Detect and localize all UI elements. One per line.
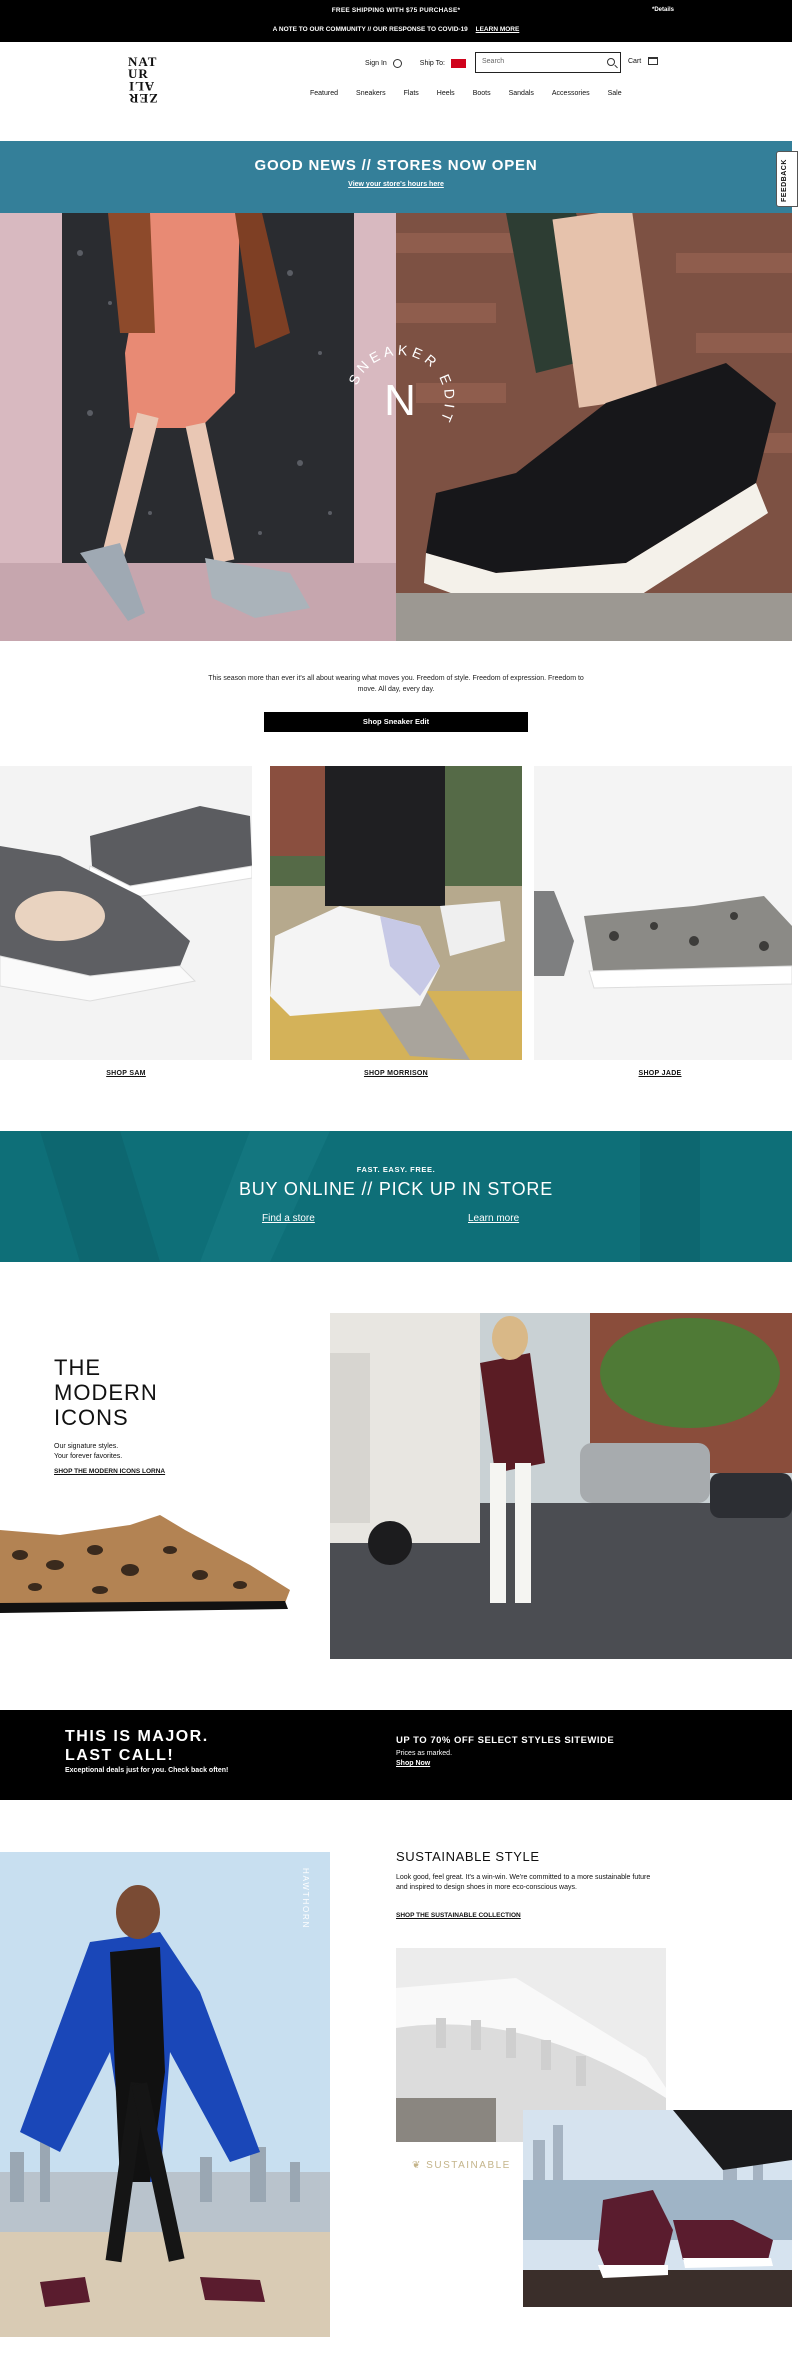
- logo-line: ZER: [128, 91, 158, 106]
- product-tile-morrison[interactable]: [270, 766, 522, 1060]
- shopping-bag-icon[interactable]: [648, 57, 659, 65]
- modern-icons-title-line: ICONS: [54, 1405, 129, 1430]
- modern-icons-sub-line: Your forever favorites.: [54, 1453, 123, 1460]
- hawthorn-vertical-label: HAWTHORN: [300, 1868, 312, 1938]
- last-call-title-line: LAST CALL!: [65, 1747, 175, 1764]
- hawthorn-model-photo[interactable]: [0, 1852, 330, 2337]
- naturalizer-logo[interactable]: NAT UR ALI ZER: [128, 55, 168, 106]
- morrison-shoe-image: [270, 766, 522, 1060]
- shop-sneaker-edit-button[interactable]: Shop Sneaker Edit: [264, 712, 528, 732]
- sneaker-edit-emblem: SNEAKER EDIT N: [345, 342, 454, 428]
- bopis-kicker: FAST. EASY. FREE.: [356, 1165, 436, 1174]
- stores-open-banner: GOOD NEWS // STORES NOW OPEN View your s…: [0, 141, 792, 213]
- last-call-title-line: THIS IS MAJOR.: [65, 1728, 209, 1745]
- user-icon[interactable]: [392, 58, 402, 68]
- shop-sustainable-link[interactable]: SHOP THE SUSTAINABLE COLLECTION: [396, 1912, 521, 1919]
- product-tile-jade[interactable]: [534, 766, 792, 1060]
- last-call-subtitle: Exceptional deals just for you. Check ba…: [65, 1767, 229, 1774]
- find-store-link[interactable]: Find a store: [262, 1213, 315, 1224]
- banner-title: GOOD NEWS // STORES NOW OPEN: [254, 157, 538, 174]
- modern-icons-title: THE MODERN ICONS: [54, 1355, 158, 1430]
- sign-in-link[interactable]: Sign In: [365, 60, 387, 67]
- modern-icons-subtitle: Our signature styles. Your forever favor…: [54, 1442, 122, 1462]
- sam-shoe-image: [0, 766, 252, 1060]
- search-placeholder: Search: [482, 58, 505, 65]
- country-flag-icon[interactable]: [450, 58, 466, 68]
- hawthorn-photo-illustration: [0, 1852, 330, 2337]
- nav-item-flats[interactable]: Flats: [404, 90, 419, 97]
- modern-icons-street-photo[interactable]: [330, 1313, 792, 1659]
- street-photo-illustration: [330, 1313, 792, 1659]
- city-shoe-illustration: [523, 2110, 792, 2307]
- shop-sam-link[interactable]: SHOP SAM: [0, 1070, 252, 1077]
- sustainable-shoe-photo[interactable]: [523, 2110, 792, 2307]
- shipping-details-link[interactable]: *Details: [652, 7, 674, 13]
- sale-headline: UP TO 70% OFF SELECT STYLES SITEWIDE: [396, 1735, 615, 1746]
- shop-jade-link[interactable]: SHOP JADE: [534, 1070, 786, 1077]
- covid-note-text: A NOTE TO OUR COMMUNITY // OUR RESPONSE …: [272, 26, 468, 33]
- ship-to-label[interactable]: Ship To:: [420, 60, 445, 67]
- last-call-title: THIS IS MAJOR. LAST CALL!: [65, 1727, 209, 1765]
- search-icon[interactable]: [607, 58, 615, 66]
- cart-button[interactable]: Cart: [628, 57, 659, 65]
- leopard-loafer-image[interactable]: [0, 1505, 300, 1625]
- main-nav: Featured Sneakers Flats Heels Boots Sand…: [310, 90, 622, 97]
- feedback-label: FEEDBACK: [781, 159, 788, 202]
- promo-bar: FREE SHIPPING WITH $75 PURCHASE* *Detail…: [0, 0, 792, 42]
- nav-item-accessories[interactable]: Accessories: [552, 90, 590, 97]
- shop-morrison-link[interactable]: SHOP MORRISON: [270, 1070, 522, 1077]
- cart-label[interactable]: Cart: [628, 58, 641, 65]
- bopis-learn-more-link[interactable]: Learn more: [468, 1213, 519, 1224]
- emblem-letter: N: [384, 376, 416, 425]
- hero-image-left[interactable]: [0, 213, 396, 641]
- nav-item-featured[interactable]: Featured: [310, 90, 338, 97]
- store-hours-link[interactable]: View your store's hours here: [0, 181, 792, 188]
- search-input[interactable]: Search: [475, 52, 621, 73]
- nav-item-sandals[interactable]: Sandals: [509, 90, 534, 97]
- bopis-title: BUY ONLINE // PICK UP IN STORE: [238, 1179, 554, 1199]
- product-tile-sam[interactable]: [0, 766, 252, 1060]
- sale-note: Prices as marked.: [396, 1750, 453, 1757]
- feedback-tab[interactable]: FEEDBACK: [776, 151, 798, 207]
- header-utilities: Sign In Ship To:: [365, 56, 466, 70]
- nav-item-boots[interactable]: Boots: [473, 90, 491, 97]
- last-call-banner: THIS IS MAJOR. LAST CALL! Exceptional de…: [0, 1710, 792, 1800]
- shop-modern-icons-link[interactable]: SHOP THE MODERN ICONS LORNA: [54, 1468, 165, 1475]
- buy-online-pickup-banner: FAST. EASY. FREE. BUY ONLINE // PICK UP …: [0, 1131, 792, 1262]
- learn-more-link[interactable]: LEARN MORE: [476, 26, 520, 33]
- hawthorn-label: HAWTHORN: [301, 1868, 310, 1930]
- modern-icons-sub-line: Our signature styles.: [54, 1443, 119, 1450]
- nav-item-heels[interactable]: Heels: [437, 90, 455, 97]
- shop-now-link[interactable]: Shop Now: [396, 1760, 430, 1767]
- sustainable-body: Look good, feel great. It's a win-win. W…: [396, 1874, 651, 1891]
- nav-item-sneakers[interactable]: Sneakers: [356, 90, 386, 97]
- modern-icons-title-line: THE: [54, 1355, 101, 1380]
- sustainable-title: SUSTAINABLE STYLE: [396, 1849, 540, 1864]
- nav-item-sale[interactable]: Sale: [608, 90, 622, 97]
- sustainable-badge-label: SUSTAINABLE: [426, 2160, 511, 2171]
- sneaker-edit-intro: This season more than ever it's all abou…: [208, 675, 584, 693]
- jade-shoe-image: [534, 766, 792, 1060]
- sustainable-badge: ❦ SUSTAINABLE: [412, 2160, 511, 2171]
- leaf-icon: ❦: [412, 2160, 422, 2171]
- modern-icons-title-line: MODERN: [54, 1380, 158, 1405]
- hero-left-illustration: [0, 213, 396, 641]
- covid-note: A NOTE TO OUR COMMUNITY // OUR RESPONSE …: [0, 26, 792, 33]
